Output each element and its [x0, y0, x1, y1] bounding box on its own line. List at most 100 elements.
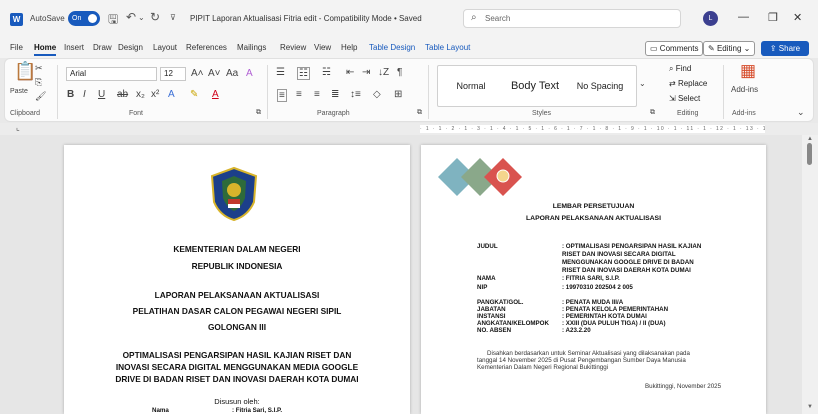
font-group-label: Font [129, 110, 144, 117]
avatar[interactable]: L [703, 11, 718, 26]
increase-indent-icon[interactable]: ⇥ [362, 67, 370, 78]
paragraph-dialog-launcher-icon[interactable]: ⧉ [417, 109, 422, 117]
shrink-font-icon[interactable]: A˅ [208, 68, 221, 79]
font-size-select[interactable]: 12 [160, 67, 186, 81]
numbering-icon[interactable]: ☷ [297, 67, 310, 80]
group-divider [267, 65, 268, 119]
tab-insert[interactable]: Insert [64, 43, 84, 52]
styles-dialog-launcher-icon[interactable]: ⧉ [650, 109, 655, 117]
country-name: REPUBLIK INDONESIA [191, 261, 283, 271]
document-title[interactable]: PIPIT Laporan Aktualisasi Fitria edit - … [190, 14, 422, 23]
cut-icon[interactable]: ✂ [35, 63, 43, 74]
approval-paragraph-line: Disahkan berdasarkan untuk Seminar Aktua… [487, 350, 690, 357]
editing-mode-button[interactable]: ✎ Editing ⌄ [703, 41, 756, 56]
replace-label: Replace [677, 79, 708, 88]
shading-icon[interactable]: ◇ [373, 89, 381, 100]
align-right-icon[interactable]: ≡ [314, 89, 320, 100]
borders-icon[interactable]: ⊞ [394, 89, 402, 100]
show-marks-icon[interactable]: ¶ [397, 67, 402, 78]
select-button[interactable]: ⇲ Select [669, 94, 700, 103]
multilevel-list-icon[interactable]: ☵ [322, 67, 331, 78]
search-placeholder: Search [485, 14, 511, 23]
style-body-text[interactable]: Body Text [504, 68, 566, 106]
collapse-ribbon-icon[interactable]: ⌄ [797, 107, 805, 118]
vertical-scrollbar[interactable]: ▲ ▼ [802, 135, 818, 414]
replace-button[interactable]: ⇄ Replace [669, 79, 707, 88]
tab-home[interactable]: Home [34, 43, 57, 56]
tab-draw[interactable]: Draw [93, 43, 112, 52]
grow-font-icon[interactable]: A˄ [191, 68, 204, 79]
paste-label[interactable]: Paste [10, 88, 28, 95]
subscript-icon[interactable]: x₂ [136, 89, 145, 100]
styles-group-label: Styles [532, 110, 552, 117]
autosave-toggle[interactable]: On [68, 11, 100, 26]
tab-selector-icon[interactable]: ⌞ [16, 123, 20, 132]
paste-icon[interactable]: 📋 [14, 61, 36, 82]
italic-icon[interactable]: I [83, 89, 86, 100]
field-value-judul-cont: MENGGUNAKAN GOOGLE DRIVE DI BADAN [562, 259, 694, 266]
format-painter-icon[interactable]: 🖌 [35, 91, 46, 102]
tab-file[interactable]: File [10, 43, 23, 52]
underline-icon[interactable]: U [98, 89, 105, 100]
superscript-icon[interactable]: x² [151, 89, 159, 100]
ruler-row: ⌞ · 1 · 1 · 2 · 1 · 3 · 1 · 4 · 1 · 5 · … [0, 123, 818, 135]
align-center-icon[interactable]: ≡ [296, 89, 302, 100]
scroll-thumb[interactable] [807, 143, 812, 165]
change-case-icon[interactable]: Aa [226, 68, 238, 79]
field-label-pangkat: PANGKAT/GOL. [477, 299, 524, 306]
redo-icon[interactable]: ↻ [150, 10, 160, 24]
justify-icon[interactable]: ≣ [331, 89, 339, 100]
style-no-spacing[interactable]: No Spacing [568, 68, 632, 106]
customize-toolbar-icon[interactable]: ⊽ [170, 13, 176, 22]
addins-label[interactable]: Add-ins [731, 85, 758, 94]
tab-view[interactable]: View [314, 43, 331, 52]
tab-mailings[interactable]: Mailings [237, 43, 266, 52]
font-name-select[interactable]: Arial [66, 67, 157, 81]
share-button[interactable]: ⇪ Share [761, 41, 809, 56]
tab-help[interactable]: Help [341, 43, 357, 52]
scroll-up-icon[interactable]: ▲ [807, 136, 813, 142]
bold-icon[interactable]: B [67, 89, 74, 100]
line-spacing-icon[interactable]: ↕≡ [350, 89, 361, 100]
search-input[interactable]: ⌕ Search [463, 9, 681, 28]
field-value-judul-cont: RISET DAN INOVASI SECARA DIGITAL [562, 251, 676, 258]
sort-icon[interactable]: ↓Z [378, 67, 389, 78]
find-button[interactable]: ⌕ Find [669, 64, 691, 74]
tab-table-layout[interactable]: Table Layout [425, 43, 470, 52]
scroll-down-icon[interactable]: ▼ [807, 404, 813, 410]
page-cover[interactable]: KEMENTERIAN DALAM NEGERI REPUBLIK INDONE… [64, 145, 410, 414]
restore-icon[interactable]: ❐ [768, 11, 778, 24]
styles-more-icon[interactable]: ⌄ [639, 79, 646, 88]
font-color-icon[interactable]: A [212, 89, 219, 100]
copy-icon[interactable]: ⎘ [35, 77, 42, 88]
align-left-icon[interactable]: ≡ [277, 89, 287, 102]
comments-button[interactable]: ▭ Comments [645, 41, 704, 56]
tab-layout[interactable]: Layout [153, 43, 177, 52]
strikethrough-icon[interactable]: ab [117, 89, 128, 100]
addins-icon[interactable]: ▦ [740, 61, 756, 81]
minimize-icon[interactable]: — [738, 11, 749, 23]
horizontal-ruler[interactable]: · 1 · 1 · 2 · 1 · 3 · 1 · 4 · 1 · 5 · 1 … [420, 125, 765, 133]
font-dialog-launcher-icon[interactable]: ⧉ [256, 109, 261, 117]
undo-dropdown-icon[interactable]: ⌄ [138, 13, 145, 22]
field-value-judul-cont: RISET DAN INOVASI DAERAH KOTA DUMAI [562, 267, 691, 274]
highlight-icon[interactable]: ✎ [190, 89, 198, 100]
style-normal[interactable]: Normal [442, 68, 500, 106]
field-label-instansi: INSTANSI [477, 313, 506, 320]
name-value: : Fitria Sari, S.I.P. [232, 407, 283, 414]
tab-review[interactable]: Review [280, 43, 306, 52]
field-value-nama: : FITRIA SARI, S.I.P. [562, 275, 620, 282]
tab-references[interactable]: References [186, 43, 227, 52]
share-icon: ⇪ [769, 44, 777, 53]
approval-paragraph-line: Kementerian Dalam Negeri Regional Bukitt… [477, 364, 609, 371]
page-approval[interactable]: LEMBAR PERSETUJUAN LAPORAN PELAKSANAAN A… [421, 145, 766, 414]
text-effects-icon[interactable]: A [168, 89, 175, 100]
undo-icon[interactable]: ↶ [126, 10, 136, 24]
close-icon[interactable]: ✕ [793, 11, 802, 24]
tab-table-design[interactable]: Table Design [369, 43, 415, 52]
decrease-indent-icon[interactable]: ⇤ [346, 67, 354, 78]
tab-design[interactable]: Design [118, 43, 143, 52]
clear-format-icon[interactable]: A [246, 68, 253, 79]
bullets-icon[interactable]: ☰ [276, 67, 285, 78]
save-icon[interactable]: 🖫 [108, 10, 118, 31]
